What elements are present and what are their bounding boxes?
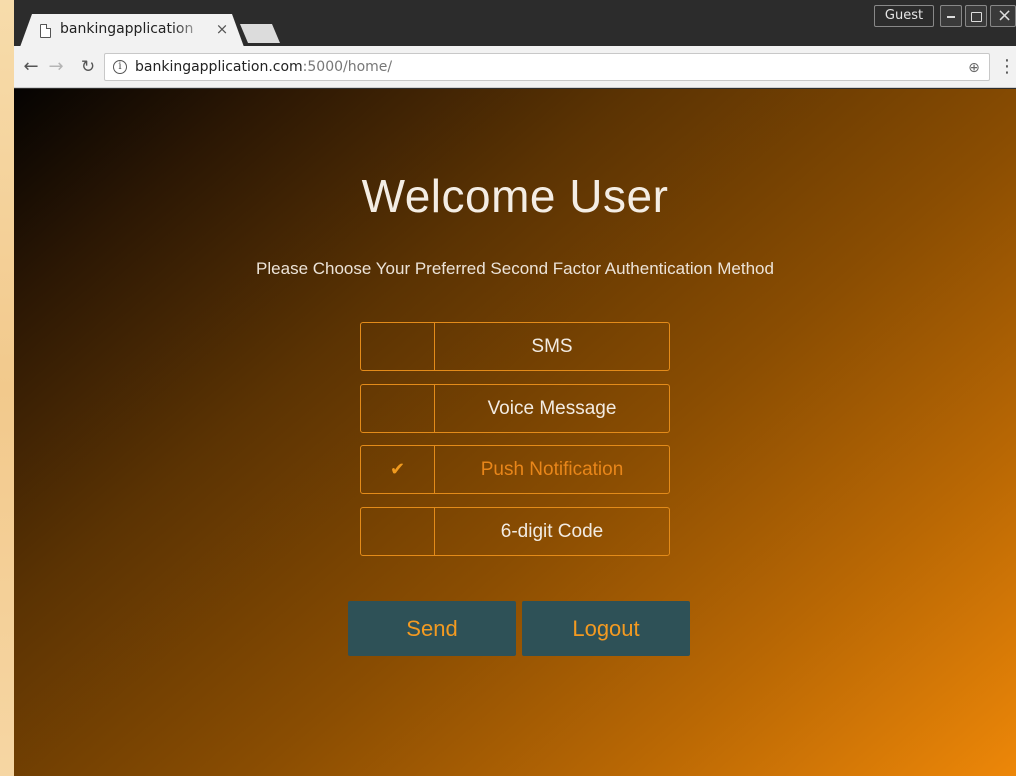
send-button[interactable]: Send (348, 601, 516, 656)
tab-title: bankingapplication (60, 21, 194, 37)
browser-toolbar: ← → ↻ i bankingapplication.com:5000/home… (14, 46, 1016, 88)
url-host: bankingapplication.com (135, 59, 303, 75)
option-6-digit-code[interactable]: 6-digit Code (360, 507, 670, 556)
option-sms[interactable]: SMS (360, 322, 670, 371)
info-icon[interactable]: i (113, 60, 127, 74)
new-tab-button[interactable] (240, 24, 280, 43)
zoom-icon[interactable]: ⊕ (965, 59, 983, 77)
page-icon (40, 24, 51, 38)
option-label: Voice Message (487, 398, 617, 419)
option-label: SMS (531, 336, 573, 357)
url-path: :5000/home/ (302, 59, 393, 75)
option-push-notification[interactable]: ✔ Push Notification (360, 445, 670, 494)
url-text: bankingapplication.com:5000/home/ (135, 59, 392, 75)
option-label: 6-digit Code (500, 521, 604, 542)
option-checkbox[interactable] (361, 508, 435, 555)
maximize-button[interactable] (965, 5, 987, 27)
minimize-button[interactable] (940, 5, 962, 27)
logout-button[interactable]: Logout (522, 601, 690, 656)
browser-tab[interactable]: bankingapplication × (20, 14, 244, 47)
tab-close-icon[interactable]: × (213, 20, 231, 38)
forward-arrow-icon[interactable]: → (45, 56, 67, 78)
back-arrow-icon[interactable]: ← (20, 56, 42, 78)
close-window-button[interactable] (990, 5, 1016, 27)
address-bar[interactable]: i bankingapplication.com:5000/home/ ⊕ (104, 53, 990, 81)
profile-badge[interactable]: Guest (874, 5, 934, 27)
desktop-background (0, 0, 14, 776)
browser-window: bankingapplication × Guest ← → ↻ i banki… (14, 0, 1016, 776)
page-subtitle: Please Choose Your Preferred Second Fact… (256, 259, 774, 278)
check-icon[interactable]: ✔ (361, 446, 435, 493)
menu-dots-icon[interactable]: ⋮ (998, 56, 1016, 78)
option-checkbox[interactable] (361, 385, 435, 432)
page-title: Welcome User (361, 170, 669, 222)
browser-titlebar: bankingapplication × Guest (14, 0, 1016, 47)
option-checkbox[interactable] (361, 323, 435, 370)
page-content: Welcome User Please Choose Your Preferre… (14, 89, 1016, 776)
reload-icon[interactable]: ↻ (77, 56, 99, 78)
option-voice-message[interactable]: Voice Message (360, 384, 670, 433)
option-label: Push Notification (480, 459, 624, 480)
